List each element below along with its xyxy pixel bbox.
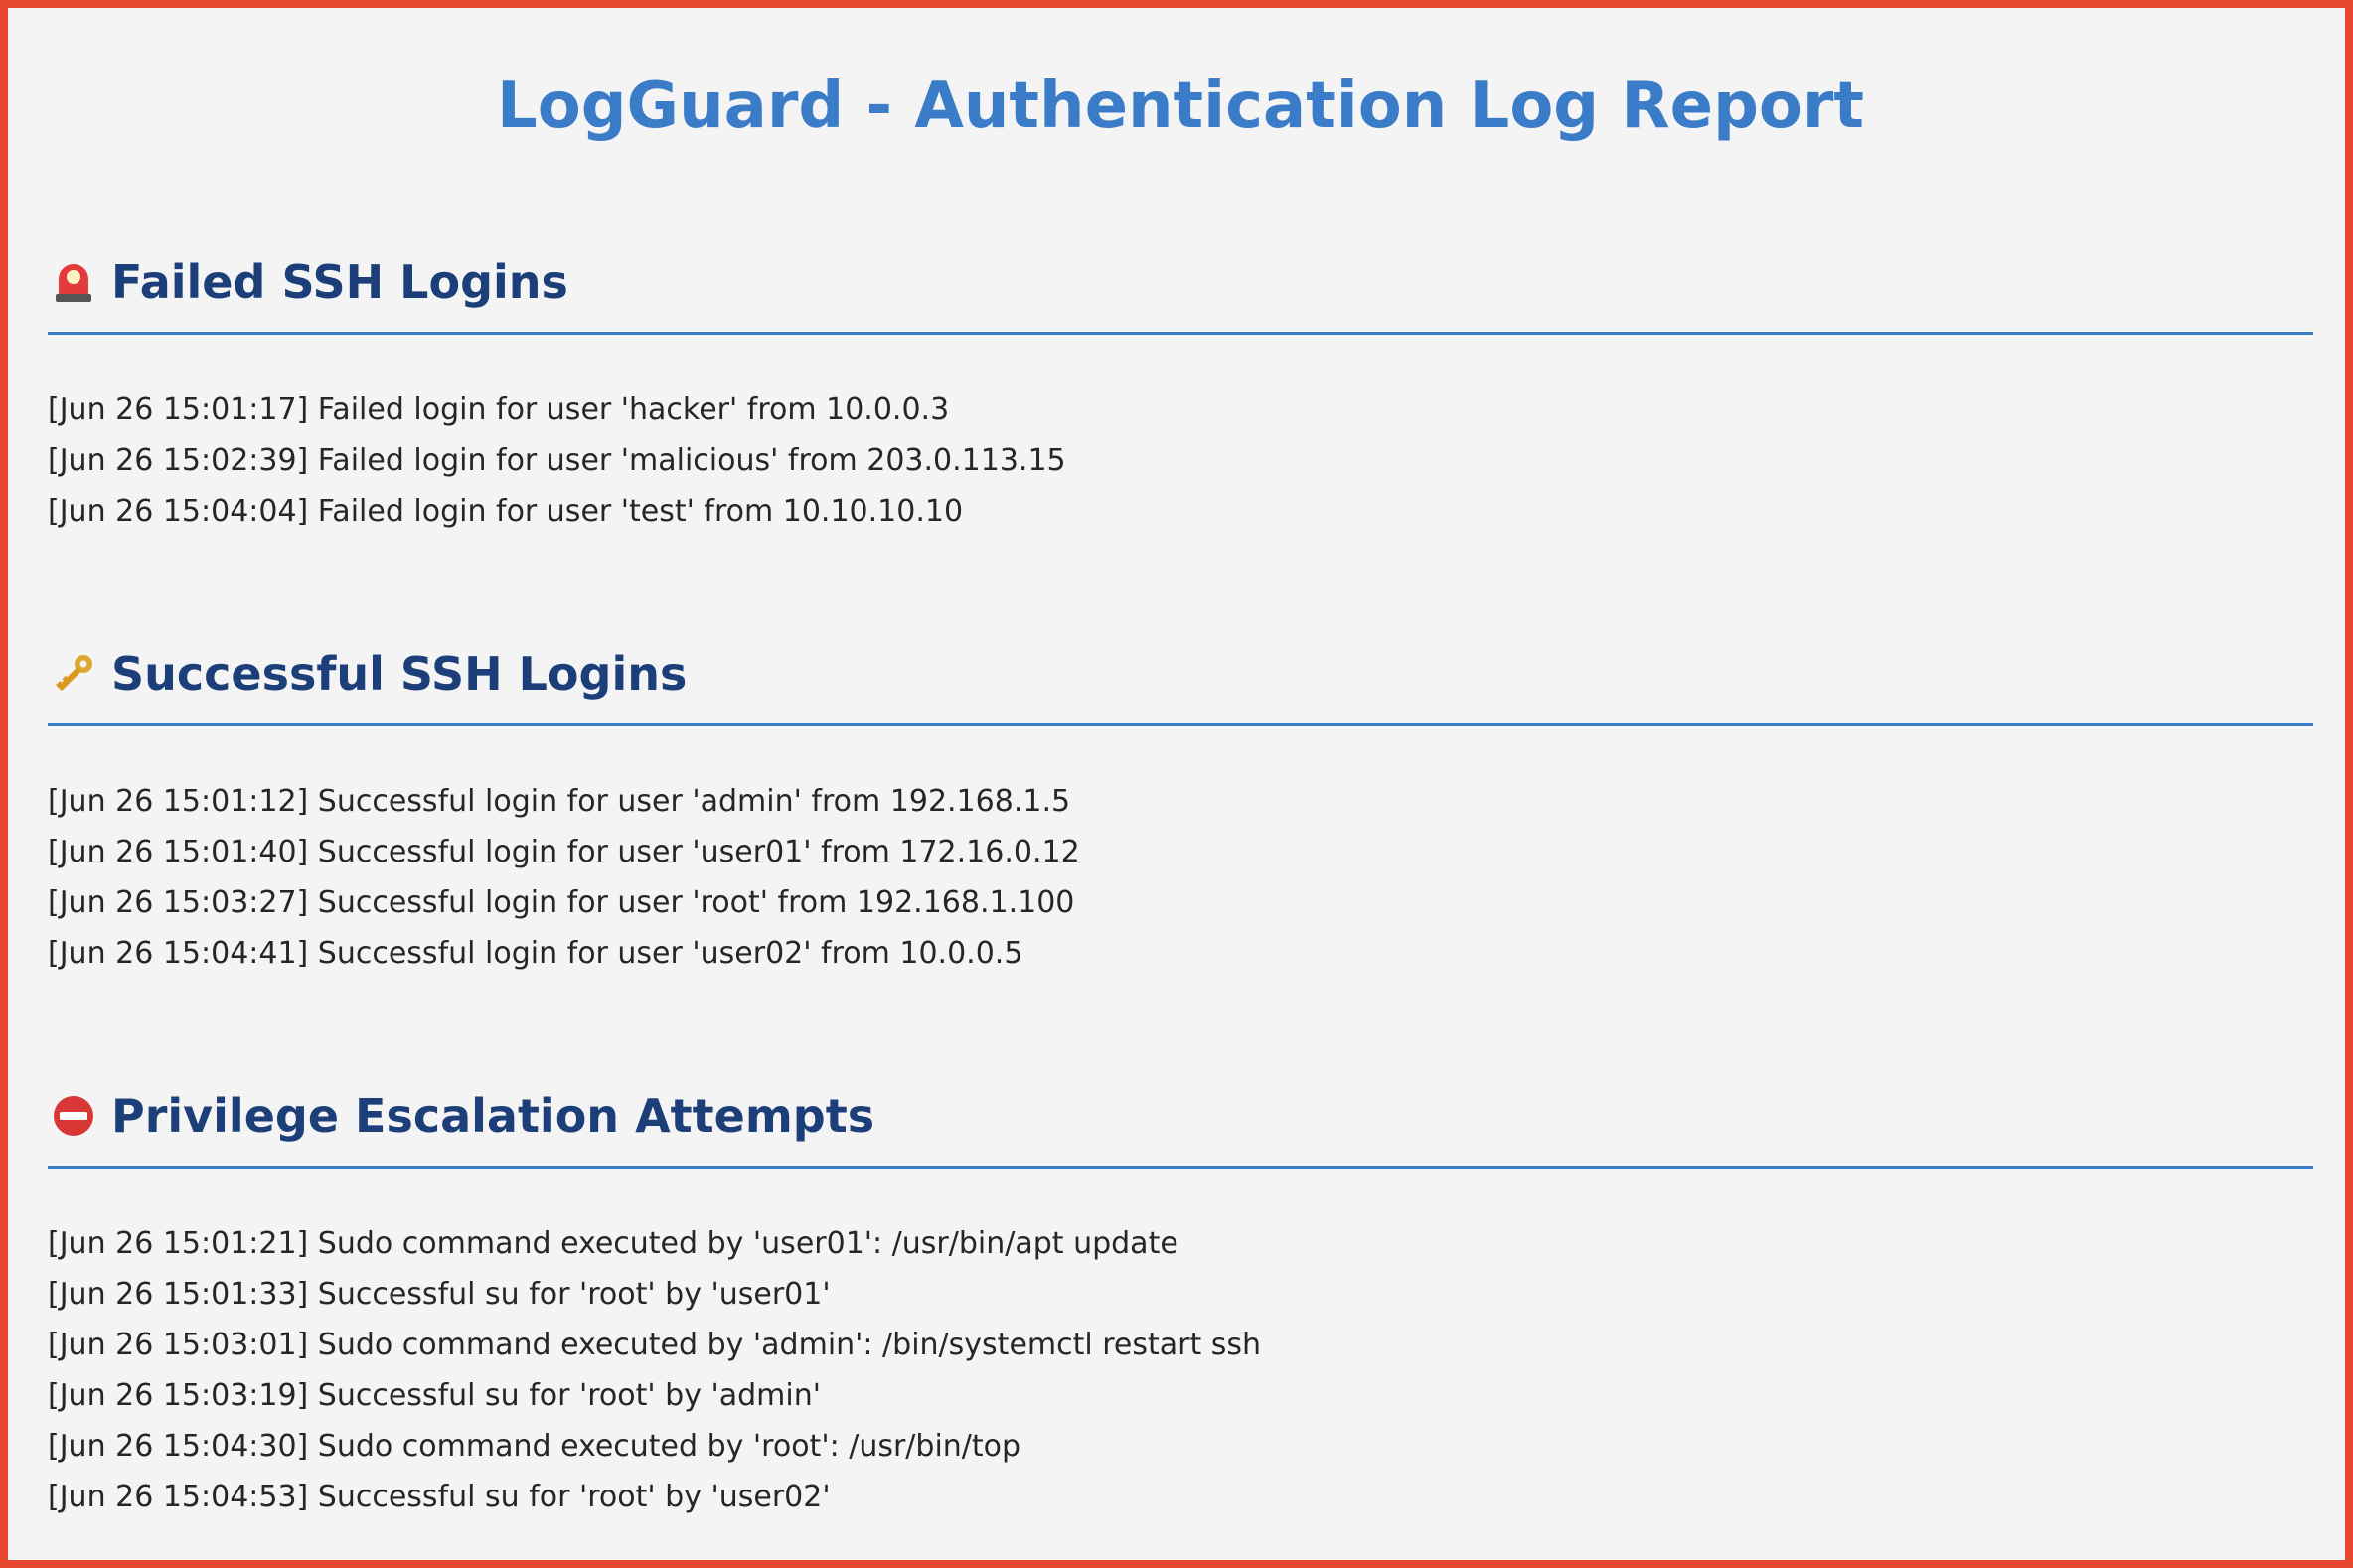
log-list: [Jun 26 15:01:12] Successful login for u…	[48, 776, 2313, 979]
section-successful-ssh-logins: Successful SSH Logins [Jun 26 15:01:12] …	[48, 634, 2313, 979]
section-title: Successful SSH Logins	[111, 647, 688, 701]
log-entry: [Jun 26 15:04:04] Failed login for user …	[48, 494, 964, 529]
log-list: [Jun 26 15:01:21] Sudo command executed …	[48, 1218, 2313, 1522]
section-title: Failed SSH Logins	[111, 255, 568, 309]
section-title: Privilege Escalation Attempts	[111, 1089, 875, 1143]
key-icon	[52, 652, 95, 696]
page-title: LogGuard - Authentication Log Report	[496, 70, 1865, 143]
log-entry: [Jun 26 15:01:12] Successful login for u…	[48, 784, 1071, 819]
log-entry: [Jun 26 15:03:27] Successful login for u…	[48, 885, 1075, 920]
log-entry: [Jun 26 15:04:41] Successful login for u…	[48, 936, 1023, 971]
log-entry: [Jun 26 15:01:21] Sudo command executed …	[48, 1226, 1178, 1261]
log-list: [Jun 26 15:01:17] Failed login for user …	[48, 385, 2313, 537]
log-entry: [Jun 26 15:01:40] Successful login for u…	[48, 835, 1080, 869]
log-entry: [Jun 26 15:01:17] Failed login for user …	[48, 392, 950, 427]
no-entry-icon	[52, 1094, 95, 1138]
log-entry: [Jun 26 15:03:19] Successful su for 'roo…	[48, 1378, 821, 1413]
section-failed-ssh-logins: Failed SSH Logins [Jun 26 15:01:17] Fail…	[48, 242, 2313, 537]
siren-icon	[52, 260, 95, 304]
section-header: Privilege Escalation Attempts	[48, 1076, 2313, 1169]
log-entry: [Jun 26 15:02:39] Failed login for user …	[48, 443, 1066, 478]
log-entry: [Jun 26 15:03:01] Sudo command executed …	[48, 1328, 1262, 1362]
section-privilege-escalation-attempts: Privilege Escalation Attempts [Jun 26 15…	[48, 1076, 2313, 1522]
log-entry: [Jun 26 15:04:53] Successful su for 'roo…	[48, 1480, 831, 1514]
log-entry: [Jun 26 15:01:33] Successful su for 'roo…	[48, 1277, 831, 1312]
section-header: Successful SSH Logins	[48, 634, 2313, 726]
log-entry: [Jun 26 15:04:30] Sudo command executed …	[48, 1429, 1021, 1464]
section-header: Failed SSH Logins	[48, 242, 2313, 335]
